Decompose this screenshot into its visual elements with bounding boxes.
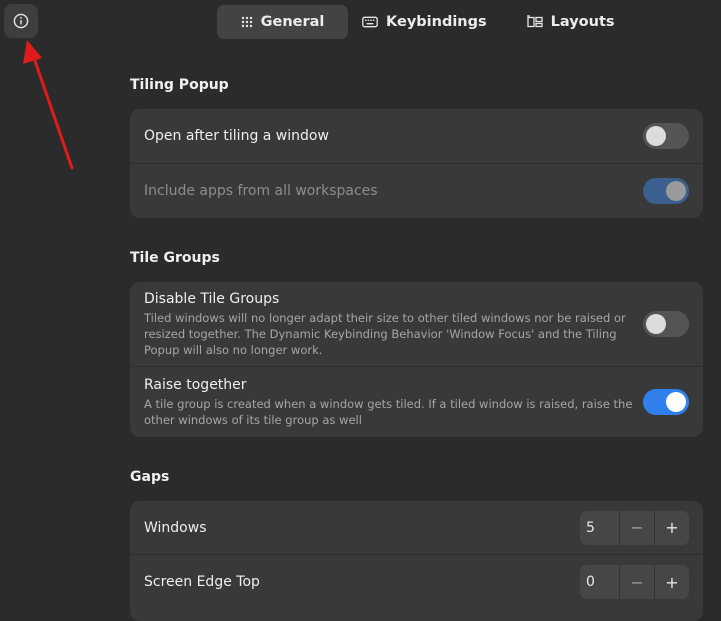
view-switcher: General Keybindings Layouts (217, 5, 633, 39)
layout-icon (526, 15, 543, 29)
disable-tile-groups-description: Tiled windows will no longer adapt their… (144, 310, 626, 357)
open-after-tiling-toggle[interactable] (643, 123, 689, 149)
tab-general[interactable]: General (217, 5, 348, 39)
include-apps-toggle (643, 178, 689, 204)
gaps-windows-label: Windows (144, 519, 207, 536)
tiling-popup-group: Open after tiling a window Include apps … (130, 109, 703, 218)
tab-general-label: General (260, 14, 325, 30)
grid-icon (241, 16, 253, 28)
gaps-windows-decrement-button[interactable]: − (620, 510, 655, 545)
open-after-tiling-label: Open after tiling a window (144, 128, 329, 144)
section-title-tile-groups: Tile Groups (130, 250, 220, 266)
gaps-windows-row: Windows 5 − + (130, 501, 703, 555)
gaps-windows-increment-button[interactable]: + (655, 511, 689, 545)
tab-keybindings[interactable]: Keybindings (348, 5, 505, 39)
section-title-gaps: Gaps (130, 469, 170, 485)
gaps-screen-edge-top-label: Screen Edge Top (144, 574, 260, 590)
raise-together-label: Raise together (144, 376, 247, 393)
gaps-windows-spinbutton[interactable]: 5 − + (580, 510, 689, 545)
gaps-screen-edge-top-row: Screen Edge Top 0 − + (130, 555, 703, 609)
raise-together-toggle[interactable] (643, 389, 689, 415)
include-apps-label: Include apps from all workspaces (144, 183, 378, 199)
open-after-tiling-row[interactable]: Open after tiling a window (130, 109, 703, 164)
gaps-windows-value[interactable]: 5 (580, 510, 620, 545)
info-button[interactable] (4, 4, 38, 38)
raise-together-row[interactable]: Raise together A tile group is created w… (130, 367, 703, 437)
tab-keybindings-label: Keybindings (386, 14, 487, 30)
include-apps-row: Include apps from all workspaces (130, 164, 703, 218)
gaps-group: Windows 5 − + Screen Edge Top 0 − + (130, 501, 703, 621)
tab-layouts[interactable]: Layouts (505, 5, 633, 39)
raise-together-description: A tile group is created when a window ge… (144, 396, 633, 427)
section-title-tiling-popup: Tiling Popup (130, 77, 229, 93)
gaps-screen-edge-top-increment-button[interactable]: + (655, 565, 689, 599)
gaps-screen-edge-top-value[interactable]: 0 (580, 565, 620, 599)
tile-groups-group: Disable Tile Groups Tiled windows will n… (130, 282, 703, 437)
gaps-screen-edge-top-decrement-button[interactable]: − (620, 565, 655, 599)
keyboard-icon (362, 16, 378, 28)
gaps-screen-edge-top-spinbutton[interactable]: 0 − + (580, 565, 689, 599)
info-circle-icon (13, 13, 29, 29)
disable-tile-groups-row[interactable]: Disable Tile Groups Tiled windows will n… (130, 282, 703, 367)
disable-tile-groups-label: Disable Tile Groups (144, 290, 280, 307)
disable-tile-groups-toggle[interactable] (643, 311, 689, 337)
tab-layouts-label: Layouts (550, 14, 615, 30)
